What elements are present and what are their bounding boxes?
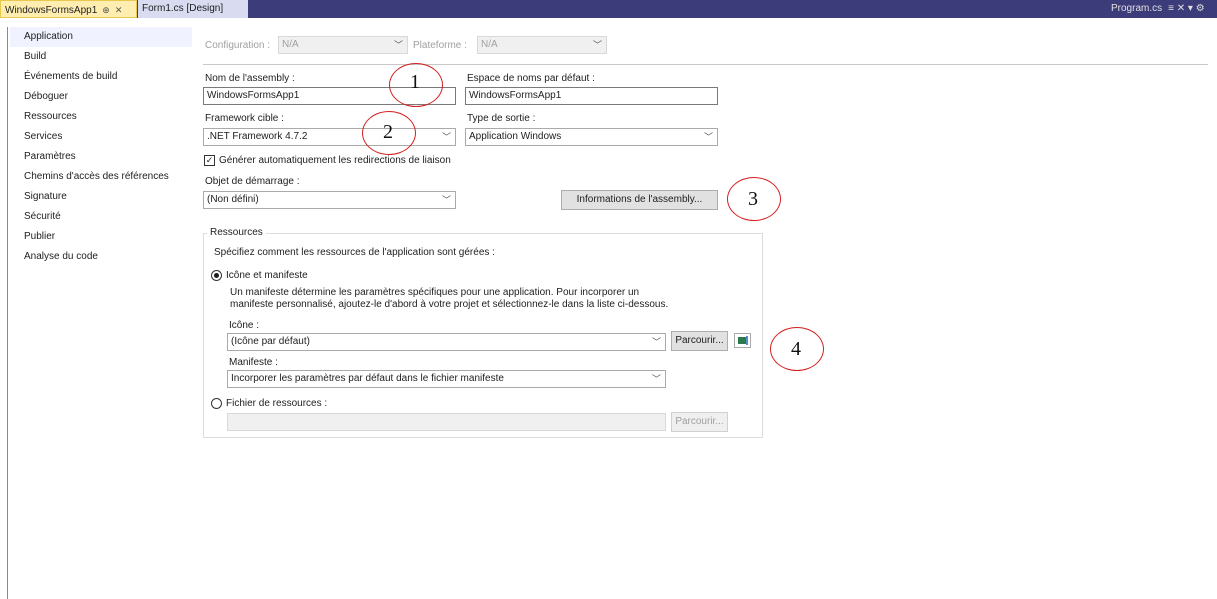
config-divider [203, 64, 1208, 65]
sidebar-item-build-events[interactable]: Événements de build [10, 67, 192, 87]
resources-group-title: Ressources [207, 227, 266, 238]
icon-manifest-radio[interactable] [211, 270, 222, 281]
output-type-select[interactable]: Application Windows ﹀ [465, 128, 718, 146]
browse-icon-button[interactable]: Parcourir... [671, 331, 728, 351]
tab-label: WindowsFormsApp1 [5, 5, 98, 16]
app-icon-preview-icon [734, 333, 751, 348]
tab-label: Form1.cs [Design] [142, 3, 224, 14]
tab-windowsformsapp1[interactable]: WindowsFormsApp1 ⊕ ✕ [0, 0, 137, 18]
sidebar-item-settings[interactable]: Paramètres [10, 147, 192, 167]
tab-form1-design[interactable]: Form1.cs [Design] [138, 0, 248, 18]
platform-value: N/A [481, 39, 498, 50]
target-framework-value: .NET Framework 4.7.2 [207, 131, 308, 142]
chevron-down-icon: ﹀ [651, 337, 661, 347]
target-framework-select[interactable]: .NET Framework 4.7.2 ﹀ [203, 128, 456, 146]
sidebar-item-reference-paths[interactable]: Chemins d'accès des références [10, 167, 192, 187]
sidebar-item-signing[interactable]: Signature [10, 187, 192, 207]
annotation-number-1: 1 [410, 71, 420, 93]
manifest-select[interactable]: Incorporer les paramètres par défaut dan… [227, 370, 666, 388]
namespace-input[interactable]: WindowsFormsApp1 [465, 87, 718, 105]
sidebar-item-code-analysis[interactable]: Analyse du code [10, 247, 192, 267]
annotation-number-4: 4 [791, 338, 801, 360]
sidebar-item-publish[interactable]: Publier [10, 227, 192, 247]
resource-file-label: Fichier de ressources : [226, 398, 328, 409]
platform-label: Plateforme : [413, 40, 467, 51]
annotation-number-2: 2 [383, 121, 393, 143]
namespace-label: Espace de noms par défaut : [467, 73, 595, 84]
chevron-down-icon: ﹀ [592, 40, 602, 50]
sidebar-item-services[interactable]: Services [10, 127, 192, 147]
chevron-down-icon: ﹀ [441, 132, 451, 142]
tab-label: Program.cs [1111, 3, 1163, 14]
resource-file-radio[interactable] [211, 398, 222, 409]
manifest-label: Manifeste : [229, 357, 278, 368]
icon-select[interactable]: (Icône par défaut) ﹀ [227, 333, 666, 351]
assembly-name-label: Nom de l'assembly : [205, 73, 295, 84]
manifest-value: Incorporer les paramètres par défaut dan… [231, 373, 504, 384]
sidebar-item-security[interactable]: Sécurité [10, 207, 192, 227]
target-framework-label: Framework cible : [205, 113, 284, 124]
sidebar-item-debug[interactable]: Déboguer [10, 87, 192, 107]
resource-file-input[interactable] [227, 413, 666, 431]
tab-controls-icon[interactable]: ≡ ✕ ▾ ⚙ [1168, 3, 1205, 14]
close-icon[interactable]: ✕ [115, 5, 123, 15]
pin-icon[interactable]: ⊕ [102, 5, 110, 15]
autogen-redirects-label: Générer automatiquement les redirections… [219, 155, 451, 166]
startup-object-label: Objet de démarrage : [205, 176, 300, 187]
manifest-description-line1: Un manifeste détermine les paramètres sp… [230, 287, 640, 298]
manifest-description-line2: manifeste personnalisé, ajoutez-le d'abo… [230, 299, 669, 310]
resources-intro: Spécifiez comment les ressources de l'ap… [214, 247, 495, 258]
chevron-down-icon: ﹀ [703, 132, 713, 142]
project-properties-sidebar: Application Build Événements de build Dé… [8, 27, 192, 599]
sidebar-item-application[interactable]: Application [10, 27, 192, 47]
annotation-number-3: 3 [748, 188, 758, 210]
tab-program-cs[interactable]: Program.cs ≡ ✕ ▾ ⚙ [1107, 0, 1217, 18]
icon-manifest-label: Icône et manifeste [226, 270, 308, 281]
document-tab-strip: WindowsFormsApp1 ⊕ ✕ Form1.cs [Design] Pro… [0, 0, 1217, 18]
output-type-value: Application Windows [469, 131, 562, 142]
configuration-label: Configuration : [205, 40, 271, 51]
icon-value: (Icône par défaut) [231, 336, 310, 347]
startup-object-select[interactable]: (Non défini) ﹀ [203, 191, 456, 209]
sidebar-item-resources[interactable]: Ressources [10, 107, 192, 127]
sidebar-item-build[interactable]: Build [10, 47, 192, 67]
icon-label: Icône : [229, 320, 260, 331]
platform-select[interactable]: N/A ﹀ [477, 36, 607, 54]
browse-resource-file-button[interactable]: Parcourir... [671, 412, 728, 432]
chevron-down-icon: ﹀ [651, 374, 661, 384]
sidebar-selection-arrow [183, 27, 191, 47]
autogen-redirects-checkbox[interactable]: ✓ [204, 155, 215, 166]
assembly-information-button[interactable]: Informations de l'assembly... [561, 190, 718, 210]
configuration-value: N/A [282, 39, 299, 50]
chevron-down-icon: ﹀ [441, 195, 451, 205]
configuration-select[interactable]: N/A ﹀ [278, 36, 408, 54]
chevron-down-icon: ﹀ [393, 40, 403, 50]
startup-object-value: (Non défini) [207, 194, 259, 205]
output-type-label: Type de sortie : [467, 113, 536, 124]
